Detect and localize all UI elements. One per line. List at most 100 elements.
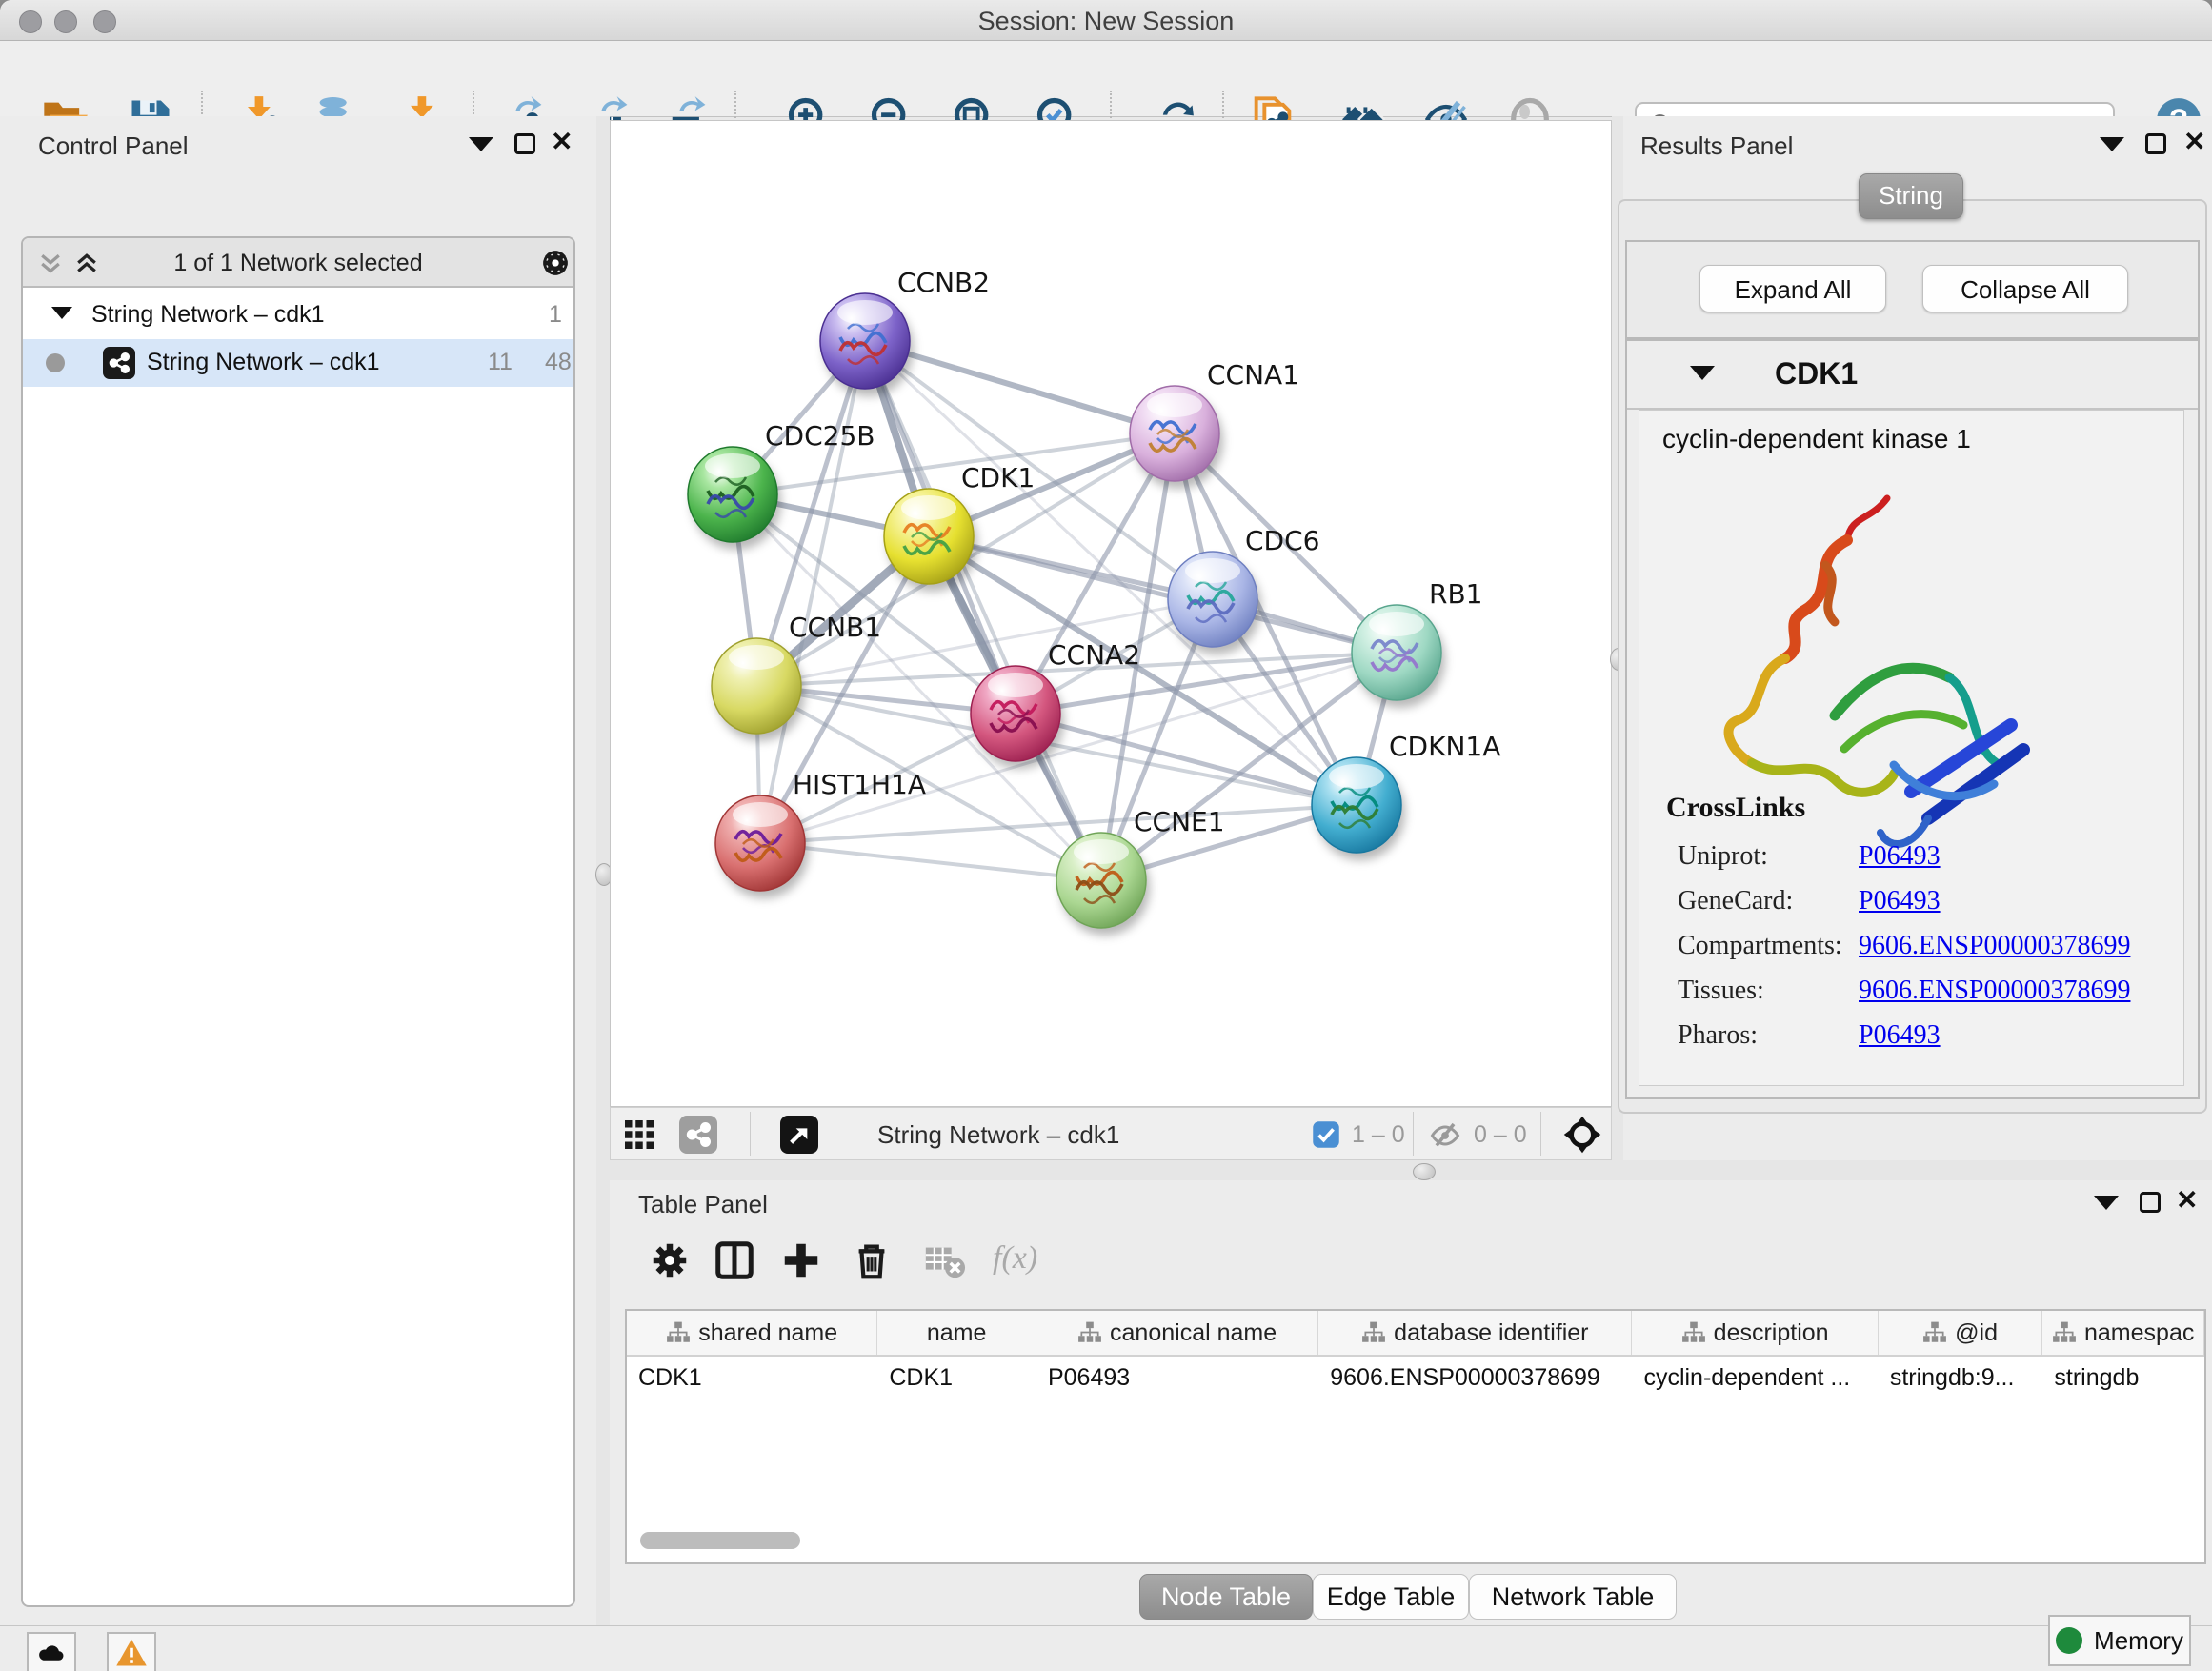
network-node[interactable] — [820, 293, 914, 396]
network-node[interactable] — [1352, 605, 1445, 708]
gene-section: CDK1 cyclin-dependent kinase 1 — [1625, 339, 2200, 1099]
status-bar: Memory — [0, 1625, 2212, 1671]
gene-section-header[interactable]: CDK1 — [1627, 341, 2198, 410]
collection-expander-icon[interactable] — [51, 307, 72, 319]
node-label: CCNB2 — [897, 267, 990, 298]
table-panel-float-icon[interactable] — [2094, 1196, 2119, 1210]
table-cell[interactable]: P06493 — [1036, 1357, 1318, 1399]
network-node[interactable] — [1056, 833, 1150, 936]
tab-edge-table[interactable]: Edge Table — [1313, 1574, 1469, 1620]
node-label: CDC25B — [765, 420, 875, 452]
control-panel-maximize-icon[interactable] — [514, 133, 535, 154]
results-panel-maximize-icon[interactable] — [2145, 133, 2166, 154]
birds-eye-crosshair-icon[interactable] — [1561, 1114, 1603, 1156]
cloud-status-button[interactable] — [27, 1632, 76, 1671]
selected-checkbox-icon[interactable] — [1312, 1120, 1340, 1149]
grid-view-icon[interactable] — [622, 1117, 656, 1152]
table-panel-maximize-icon[interactable] — [2140, 1192, 2161, 1213]
network-row-selected[interactable]: String Network – cdk1 11 48 — [23, 339, 573, 387]
expand-all-button[interactable]: Expand All — [1699, 265, 1886, 312]
table-row[interactable]: CDK1CDK1P064939606.ENSP00000378699cyclin… — [627, 1357, 2204, 1399]
separator — [750, 1112, 751, 1156]
control-panel-float-icon[interactable] — [469, 137, 493, 151]
network-edge[interactable] — [1016, 714, 1357, 805]
network-collection-row[interactable]: String Network – cdk1 1 — [23, 292, 573, 339]
results-panel-close-icon[interactable]: ✕ — [2183, 131, 2205, 152]
gene-symbol: CDK1 — [1775, 356, 1858, 392]
results-panel-title: Results Panel — [1640, 131, 1793, 161]
table-horizontal-scrollbar[interactable] — [640, 1532, 800, 1549]
collapse-all-button[interactable]: Collapse All — [1922, 265, 2128, 312]
hidden-counts: 0 – 0 — [1474, 1121, 1527, 1149]
network-graph[interactable]: CCNB2CCNA1CDC25BCDK1CDC6RB1CCNB1CCNA2CDK… — [611, 121, 1611, 1106]
network-node[interactable] — [688, 447, 781, 550]
network-type-icon — [103, 347, 135, 379]
column-header-description[interactable]: description — [1632, 1311, 1878, 1355]
network-edge[interactable] — [760, 843, 1101, 880]
crosslink-link[interactable]: P06493 — [1859, 886, 1941, 916]
network-view-title: String Network – cdk1 — [877, 1120, 1119, 1150]
crosslink-link[interactable]: 9606.ENSP00000378699 — [1859, 931, 2130, 961]
network-list-gear-icon[interactable] — [539, 247, 572, 279]
table-body: CDK1CDK1P064939606.ENSP00000378699cyclin… — [627, 1357, 2204, 1399]
table-cell[interactable]: cyclin-dependent ... — [1632, 1357, 1878, 1399]
node-table[interactable]: shared namenamecanonical namedatabase id… — [625, 1309, 2206, 1564]
column-header-database-identifier[interactable]: database identifier — [1318, 1311, 1632, 1355]
table-cell[interactable]: CDK1 — [877, 1357, 1036, 1399]
horizontal-splitter-handle[interactable] — [1413, 1163, 1436, 1180]
network-badge-icon[interactable] — [679, 1116, 717, 1154]
gene-collapse-icon[interactable] — [1690, 366, 1715, 380]
crosslink-link[interactable]: 9606.ENSP00000378699 — [1859, 976, 2130, 1006]
collection-count: 1 — [549, 301, 562, 329]
gene-description: cyclin-dependent kinase 1 — [1662, 424, 1971, 454]
crosslink-link[interactable]: P06493 — [1859, 841, 1941, 872]
table-cell[interactable]: 9606.ENSP00000378699 — [1318, 1357, 1632, 1399]
network-edge[interactable] — [760, 341, 865, 843]
create-column-plus-icon[interactable] — [779, 1238, 823, 1282]
function-builder-label-disabled: f(x) — [993, 1240, 1037, 1277]
crosslink-row: GeneCard:P06493 — [1678, 886, 2173, 931]
table-cell[interactable]: stringdb:9... — [1879, 1357, 2043, 1399]
node-label: CCNA2 — [1048, 639, 1140, 671]
column-header-name[interactable]: name — [877, 1311, 1036, 1355]
memory-button[interactable]: Memory — [2048, 1615, 2191, 1666]
crosslink-link[interactable]: P06493 — [1859, 1020, 1941, 1051]
main-toolbar: ? — [0, 41, 2212, 117]
network-canvas[interactable]: CCNB2CCNA1CDC25BCDK1CDC6RB1CCNB1CCNA2CDK… — [610, 120, 1612, 1107]
network-node[interactable] — [1312, 757, 1405, 860]
network-node[interactable] — [884, 489, 977, 592]
title-bar: Session: New Session — [0, 0, 2212, 41]
control-panel-close-icon[interactable]: ✕ — [551, 131, 573, 152]
table-panel-close-icon[interactable]: ✕ — [2176, 1190, 2198, 1211]
delete-table-icon-disabled — [922, 1238, 966, 1282]
network-list-header: 1 of 1 Network selected — [23, 238, 573, 288]
network-view-toolbar: String Network – cdk1 1 – 0 0 – 0 — [610, 1107, 1612, 1160]
network-label: String Network – cdk1 — [147, 349, 380, 376]
column-header-shared-name[interactable]: shared name — [627, 1311, 877, 1355]
tab-node-table[interactable]: Node Table — [1139, 1574, 1313, 1620]
node-label: CCNA1 — [1207, 359, 1299, 391]
node-label: HIST1H1A — [793, 769, 926, 800]
results-buttons-box: Expand All Collapse All — [1625, 240, 2200, 339]
tab-network-table[interactable]: Network Table — [1469, 1574, 1677, 1620]
column-header--id[interactable]: @id — [1879, 1311, 2043, 1355]
results-panel-float-icon[interactable] — [2100, 137, 2124, 151]
show-column-icon[interactable] — [713, 1238, 756, 1282]
tab-string[interactable]: String — [1859, 173, 1963, 219]
network-node[interactable] — [715, 795, 809, 898]
network-edge[interactable] — [929, 536, 1397, 653]
separator — [1540, 1112, 1541, 1156]
table-cell[interactable]: stringdb — [2042, 1357, 2204, 1399]
delete-column-trash-icon[interactable] — [850, 1238, 894, 1282]
network-node[interactable] — [1130, 386, 1223, 489]
cloud-icon — [35, 1637, 68, 1669]
horizontal-splitter[interactable] — [610, 1160, 2212, 1180]
column-header-canonical-name[interactable]: canonical name — [1036, 1311, 1318, 1355]
network-node[interactable] — [971, 666, 1064, 769]
table-settings-gear-icon[interactable] — [648, 1238, 692, 1282]
window-title: Session: New Session — [0, 7, 2212, 36]
detach-view-icon[interactable] — [780, 1116, 818, 1154]
table-cell[interactable]: CDK1 — [627, 1357, 877, 1399]
column-header-namespac[interactable]: namespac — [2042, 1311, 2204, 1355]
warnings-button[interactable] — [107, 1632, 156, 1671]
